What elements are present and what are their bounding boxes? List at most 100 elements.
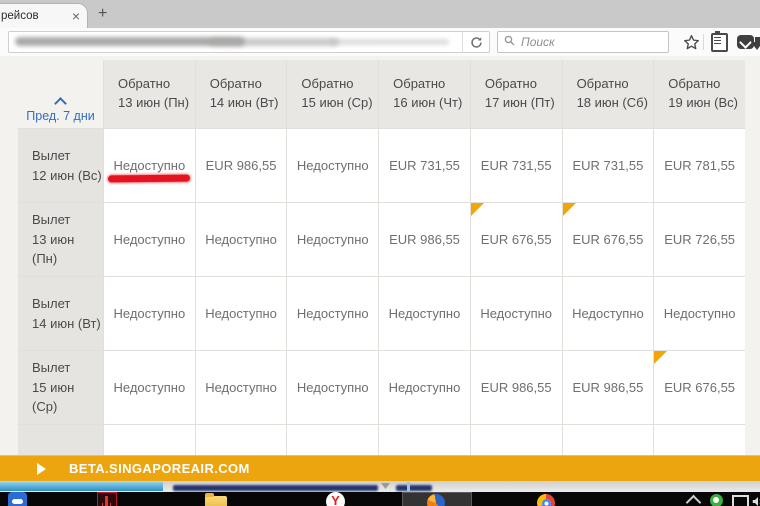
address-bar[interactable] <box>8 31 490 53</box>
fare-cell-text: Недоступно <box>205 380 277 395</box>
teamviewer-icon[interactable] <box>8 492 27 506</box>
empty-cell <box>287 425 379 455</box>
fare-cell[interactable]: EUR 731,55 <box>379 129 470 202</box>
row-header-label: Вылет <box>32 360 71 376</box>
lowest-fare-corner-icon <box>470 203 484 216</box>
fare-cell-text: Недоступно <box>296 380 369 395</box>
fare-cell-text: Недоступно <box>296 306 369 321</box>
column-header-date: 16 июн (Чт) <box>393 95 463 110</box>
fare-cell-text: EUR 731,55 <box>572 158 644 173</box>
unavailable-cell: Недоступно <box>104 351 195 424</box>
tray-chevron-up-icon[interactable] <box>685 494 702 506</box>
column-header-label: Обратно <box>209 76 262 92</box>
unavailable-cell: Недоступно <box>195 277 287 350</box>
column-header-date: 19 июн (Вс) <box>668 95 738 110</box>
column-header-label: Обратно <box>576 76 629 92</box>
browser-tab[interactable]: рейсов × <box>0 3 88 29</box>
previous-7-days-link[interactable]: Пред. 7 дни <box>26 109 94 123</box>
search-box[interactable] <box>497 31 669 53</box>
reload-icon[interactable] <box>462 32 489 52</box>
chrome-icon[interactable] <box>537 494 555 506</box>
speaker-icon[interactable] <box>752 494 760 506</box>
fare-cell[interactable]: EUR 676,55 <box>470 203 562 276</box>
row-header-label: Вылет <box>32 212 71 228</box>
fare-cell[interactable]: EUR 676,55 <box>654 351 745 424</box>
network-icon[interactable] <box>732 495 749 506</box>
fare-cell[interactable]: EUR 676,55 <box>562 203 654 276</box>
column-header-date: 17 июн (Пт) <box>484 95 555 110</box>
fare-cell-text: Недоступно <box>480 306 553 321</box>
column-header-6: Обратно 18 июн (Сб) <box>562 60 654 128</box>
unavailable-cell: Недоступно <box>104 203 195 276</box>
explorer-folder-icon[interactable] <box>205 493 227 506</box>
search-icon <box>504 33 515 51</box>
row-header-date: 12 июн (Вс) <box>32 167 102 183</box>
background-window-strip <box>0 481 760 492</box>
fare-cell-text: EUR 726,55 <box>664 232 736 247</box>
fare-cell-text: Недоступно <box>113 158 186 173</box>
fare-cell-text: EUR 676,55 <box>480 232 552 247</box>
column-header-5: Обратно 17 июн (Пт) <box>470 60 562 128</box>
column-header-label: Обратно <box>668 76 721 92</box>
fare-calendar-table: Пред. 7 дни Обратно 13 июн (Пн) Обратно 14 … <box>18 60 745 455</box>
column-header-4: Обратно 16 июн (Чт) <box>379 60 470 128</box>
unavailable-cell: Недоступно <box>104 129 195 202</box>
beta-site-banner[interactable]: BETA.SINGAPOREAIR.COM <box>0 455 760 481</box>
unavailable-cell: Недоступно <box>287 129 379 202</box>
lowest-fare-corner-icon <box>562 203 576 216</box>
bookmark-star-icon[interactable] <box>680 32 702 52</box>
row-header-5 <box>18 425 103 455</box>
fare-cell-text: Недоступно <box>388 380 461 395</box>
acrobat-icon[interactable] <box>97 492 117 506</box>
tray-status-icon[interactable] <box>710 494 723 506</box>
close-tab-icon[interactable]: × <box>72 8 80 24</box>
lowest-fare-corner-icon <box>654 351 668 364</box>
unavailable-cell: Недоступно <box>287 277 379 350</box>
censored-url-smudge <box>209 38 339 46</box>
column-header-date: 14 июн (Вт) <box>209 95 279 110</box>
fare-cell[interactable]: EUR 986,55 <box>195 129 287 202</box>
fare-cell-text: Недоступно <box>296 232 369 247</box>
column-header-date: 15 июн (Ср) <box>301 95 373 110</box>
tab-title: рейсов <box>1 10 39 22</box>
chevron-up-icon[interactable] <box>54 97 67 110</box>
clipboard-icon[interactable] <box>708 30 730 52</box>
fare-cell-text: EUR 676,55 <box>572 232 644 247</box>
row-header-3: Вылет 14 июн (Вт) <box>18 277 103 350</box>
fare-cell-text: EUR 986,55 <box>205 158 277 173</box>
search-input[interactable] <box>519 34 668 50</box>
page-content: Пред. 7 дни Обратно 13 июн (Пн) Обратно 14 … <box>0 56 760 455</box>
row-header-label: Вылет <box>32 296 71 311</box>
fare-cell[interactable]: EUR 986,55 <box>379 203 470 276</box>
chevron-down-icon <box>381 483 390 489</box>
clipped-text-smudge <box>396 485 432 491</box>
table-corner-cell: Пред. 7 дни <box>18 60 103 128</box>
fare-cell-text: EUR 986,55 <box>389 232 460 247</box>
empty-cell <box>195 425 287 455</box>
red-marker-annotation <box>108 174 191 182</box>
empty-cell <box>379 425 470 455</box>
fare-cell-text: EUR 986,55 <box>572 380 644 395</box>
fare-cell[interactable]: EUR 731,55 <box>562 129 654 202</box>
new-tab-icon[interactable]: + <box>92 5 113 23</box>
download-icon[interactable] <box>746 32 760 52</box>
firefox-taskbar-button[interactable] <box>402 492 472 506</box>
fare-cell-text: EUR 676,55 <box>664 380 736 395</box>
column-header-date: 13 июн (Пн) <box>118 95 190 110</box>
windows-taskbar: Y <box>0 492 760 506</box>
fare-cell[interactable]: EUR 986,55 <box>562 351 654 424</box>
fare-cell-text: Недоступно <box>388 306 461 321</box>
fare-cell-text: Недоступно <box>113 232 186 247</box>
fare-cell-text: Недоступно <box>572 306 644 321</box>
fare-cell-text: EUR 781,55 <box>664 158 736 173</box>
fare-cell[interactable]: EUR 731,55 <box>470 129 562 202</box>
row-header-1: Вылет 12 июн (Вс) <box>18 129 103 202</box>
fare-cell-text: Недоступно <box>113 380 186 395</box>
banner-domain-text: BETA.SINGAPOREAIR.COM <box>69 461 250 476</box>
fare-cell[interactable]: EUR 986,55 <box>470 351 562 424</box>
fare-cell[interactable]: EUR 726,55 <box>654 203 745 276</box>
yandex-browser-icon[interactable]: Y <box>326 492 345 506</box>
column-header-7: Обратно 19 июн (Вс) <box>654 60 745 128</box>
tab-bar: рейсов × + <box>0 0 760 29</box>
fare-cell[interactable]: EUR 781,55 <box>654 129 745 202</box>
